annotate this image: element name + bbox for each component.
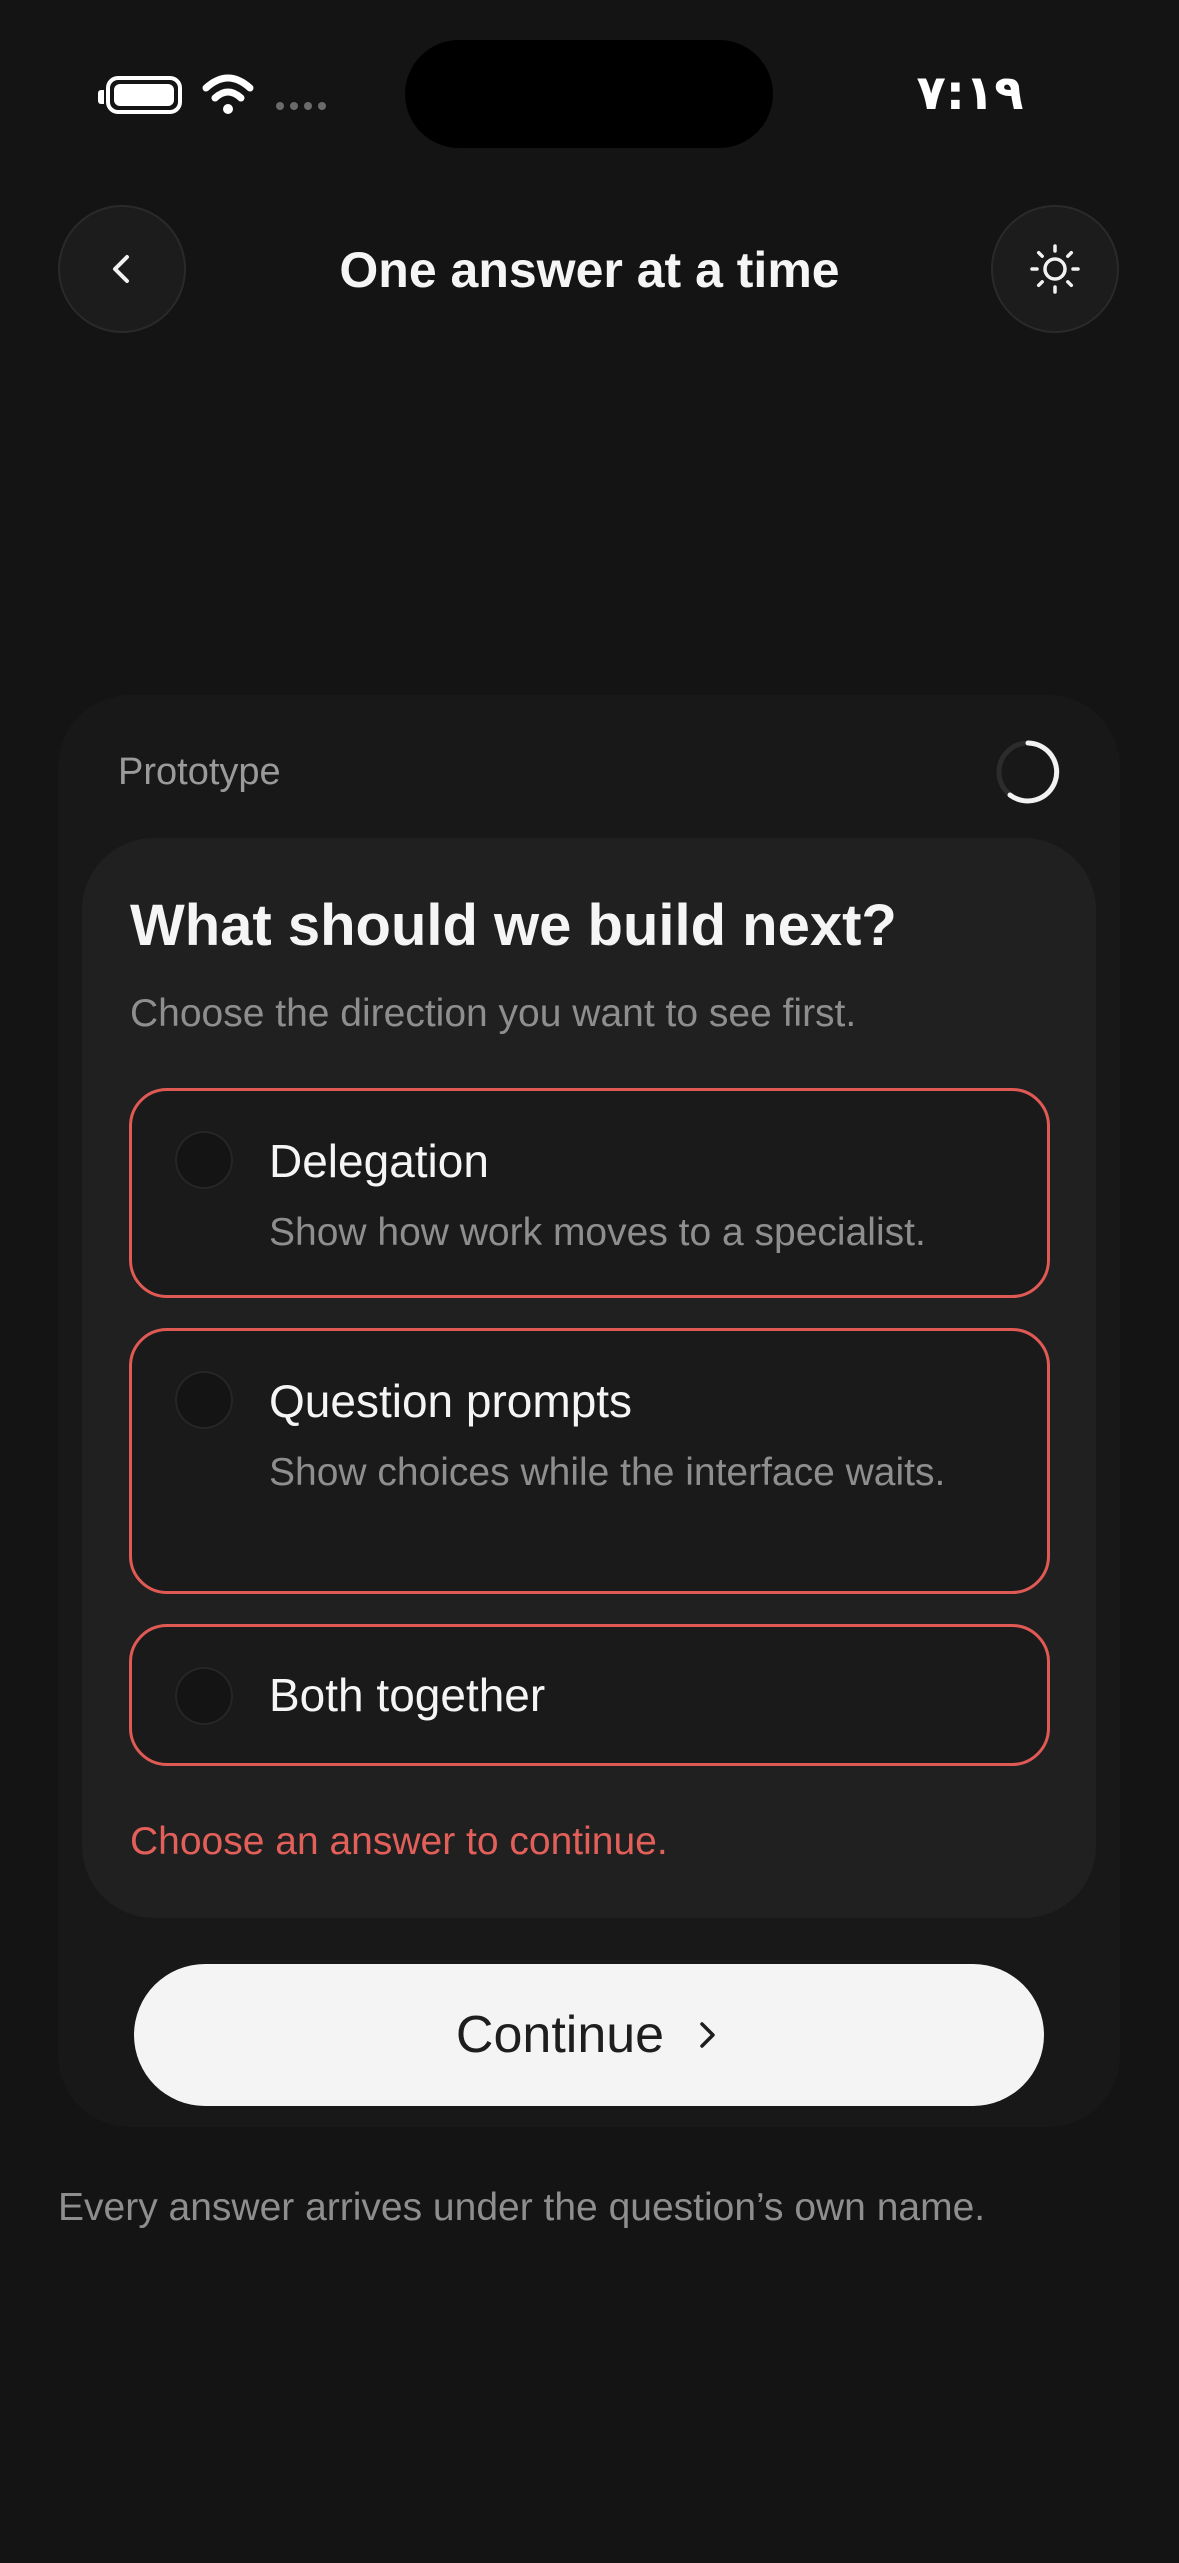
cellular-signal-icon [276,102,326,110]
chevron-right-icon [700,2022,715,2048]
question-helper-text: Choose the direction you want to see fir… [130,992,857,1035]
back-button[interactable] [58,205,186,333]
radio-button[interactable] [175,1667,233,1725]
validation-error: Choose an answer to continue. [130,1820,668,1863]
radio-button[interactable] [175,1371,233,1429]
option-delegation[interactable]: Delegation Show how work moves to a spec… [129,1088,1050,1298]
screen: ۷:۱۹ One answer at a time Prototype What… [0,0,1179,2563]
theme-toggle-button[interactable] [991,205,1119,333]
page-title: One answer at a time [339,242,840,298]
sun-icon [1030,244,1080,294]
chevron-left-icon [113,255,129,283]
status-bar: ۷:۱۹ [0,0,1179,190]
option-title: Question prompts [269,1375,633,1427]
radio-button[interactable] [175,1131,233,1189]
wifi-icon [202,74,254,114]
option-description: Show choices while the interface waits. [269,1451,946,1494]
dynamic-island [405,40,773,148]
battery-full-icon [98,76,182,114]
option-title: Delegation [269,1135,489,1187]
question-heading: What should we build next? [130,893,897,958]
option-description: Show how work moves to a specialist. [269,1211,926,1254]
option-title: Both together [269,1669,546,1721]
status-time: ۷:۱۹ [916,65,1024,121]
option-both-together[interactable]: Both together [129,1624,1050,1766]
card-label: Prototype [118,751,281,793]
continue-label: Continue [455,2006,665,2064]
footer-note: Every answer arrives under the question’… [58,2186,986,2229]
option-question-prompts[interactable]: Question prompts Show choices while the … [129,1328,1050,1594]
continue-button[interactable]: Continue [134,1964,1044,2106]
spinner-icon [996,740,1060,804]
